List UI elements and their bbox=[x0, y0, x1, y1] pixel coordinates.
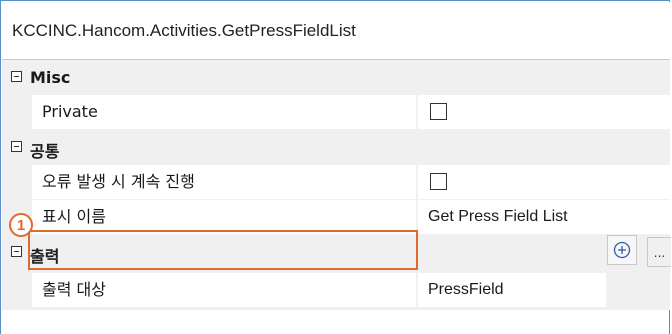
category-label: Misc bbox=[30, 68, 71, 87]
category-label: 출력 bbox=[30, 247, 60, 266]
callout-number-badge: 1 bbox=[9, 213, 33, 237]
callout-number: 1 bbox=[16, 216, 26, 234]
category-common[interactable]: 공통 bbox=[2, 130, 670, 165]
property-row-display-name[interactable]: 표시 이름 Get Press Field List bbox=[2, 200, 670, 235]
collapse-icon[interactable] bbox=[11, 246, 22, 257]
collapse-icon[interactable] bbox=[11, 141, 22, 152]
category-output[interactable]: 출력 bbox=[2, 235, 670, 270]
ellipsis-button[interactable]: ... bbox=[647, 237, 671, 267]
property-row-private[interactable]: Private bbox=[2, 95, 670, 130]
activity-type-name: KCCINC.Hancom.Activities.GetPressFieldLi… bbox=[12, 20, 356, 40]
property-value[interactable] bbox=[418, 165, 670, 199]
display-name-field[interactable]: Get Press Field List bbox=[418, 200, 670, 234]
property-row-output-target[interactable]: 출력 대상 PressField bbox=[2, 270, 670, 310]
property-name: 오류 발생 시 계속 진행 bbox=[32, 165, 416, 199]
output-target-field[interactable]: PressField bbox=[418, 273, 606, 307]
category-label: 공통 bbox=[30, 142, 60, 161]
property-name: Private bbox=[32, 95, 416, 129]
private-checkbox[interactable] bbox=[430, 103, 447, 120]
plus-circle-icon bbox=[613, 241, 631, 259]
properties-panel: KCCINC.Hancom.Activities.GetPressFieldLi… bbox=[0, 0, 671, 334]
property-value[interactable] bbox=[418, 95, 670, 129]
property-name: 표시 이름 bbox=[32, 200, 416, 234]
category-misc[interactable]: Misc bbox=[2, 60, 670, 95]
property-row-continue-on-error[interactable]: 오류 발생 시 계속 진행 bbox=[2, 165, 670, 200]
add-variable-button[interactable] bbox=[607, 235, 637, 265]
collapse-icon[interactable] bbox=[11, 71, 22, 82]
panel-title: KCCINC.Hancom.Activities.GetPressFieldLi… bbox=[2, 2, 670, 60]
continue-on-error-checkbox[interactable] bbox=[430, 173, 447, 190]
property-name: 출력 대상 bbox=[32, 273, 416, 307]
